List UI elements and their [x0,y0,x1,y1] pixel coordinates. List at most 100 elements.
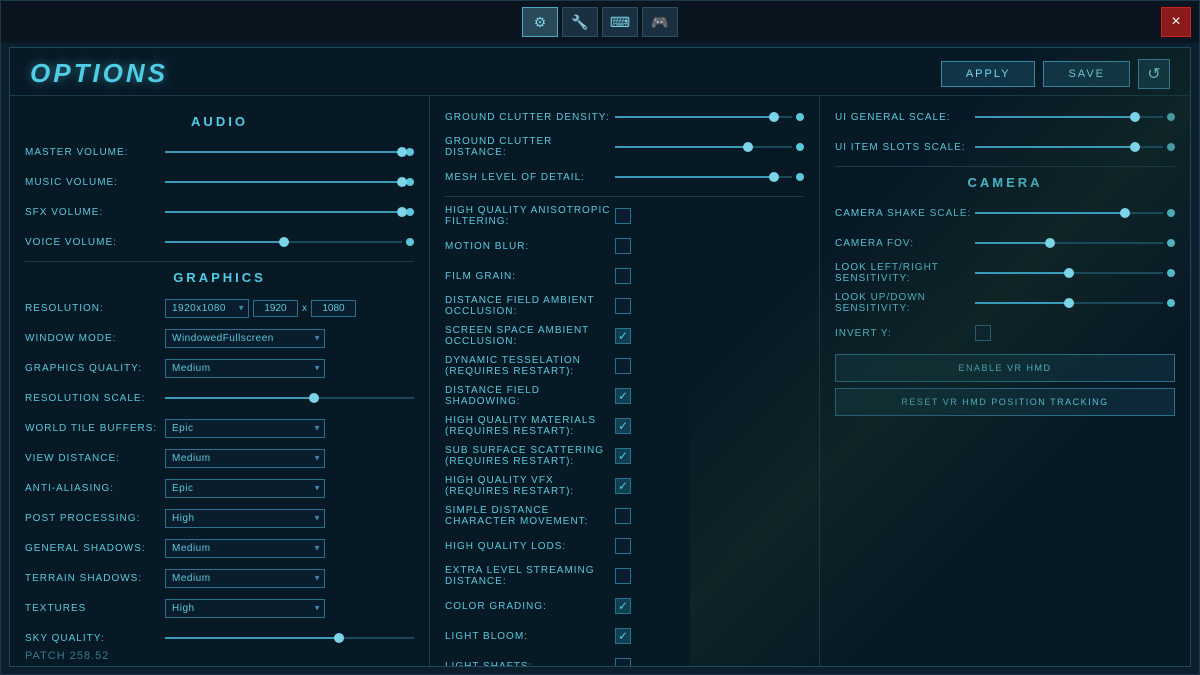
resolution-dropdown[interactable]: 1920x1080 2560x1440 3840x2160 1280x720 [165,299,249,318]
color-grading-checkbox[interactable]: ✓ [615,598,631,614]
window-mode-dropdown[interactable]: WindowedFullscreen Fullscreen Windowed [165,329,325,348]
camera-fov-track[interactable] [975,242,1163,244]
close-button[interactable]: × [1161,7,1191,37]
music-volume-track[interactable] [165,181,402,183]
light-shafts-checkbox[interactable] [615,658,631,667]
ui-general-scale-track[interactable] [975,116,1163,118]
view-distance-dropdown[interactable]: Medium Low High Epic [165,449,325,468]
post-processing-dropdown[interactable]: High Low Medium Epic [165,509,325,528]
anti-aliasing-dropdown-wrapper: Epic Low Medium High ▼ [165,478,325,498]
invert-y-checkbox[interactable] [975,325,991,341]
patch-info: PATCH 258.52 [25,650,109,662]
camera-shake-scale-track[interactable] [975,212,1163,214]
hq-anisotropic-label: HIGH QUALITY ANISOTROPIC FILTERING: [445,205,615,227]
music-volume-slider-container [165,178,414,186]
dynamic-tess-checkbox[interactable] [615,358,631,374]
ui-item-slots-scale-track[interactable] [975,146,1163,148]
invert-y-row: INVERT Y: [835,322,1175,344]
look-lr-sensitivity-track[interactable] [975,272,1163,274]
dfs-checkbox[interactable]: ✓ [615,388,631,404]
header: OPTIONS APPLY SAVE ↺ [10,48,1190,96]
graphics-quality-dropdown-wrapper: Medium Low High Epic ▼ [165,358,325,378]
resolution-inputs: 1920x1080 2560x1440 3840x2160 1280x720 ▼… [165,298,356,318]
post-processing-label: POST PROCESSING: [25,513,165,524]
save-button[interactable]: SAVE [1043,61,1130,87]
graphics-quality-label: GRAPHICS QUALITY: [25,363,165,374]
resolution-scale-row: RESOLUTION SCALE: [25,387,414,409]
film-grain-checkbox[interactable] [615,268,631,284]
hqm-checkbox[interactable]: ✓ [615,418,631,434]
resolution-dropdown-wrapper: 1920x1080 2560x1440 3840x2160 1280x720 ▼ [165,298,249,318]
hqlods-checkbox[interactable] [615,538,631,554]
resolution-height-input[interactable] [311,300,356,317]
dfs-label: DISTANCE FIELD SHADOWING: [445,385,615,407]
apply-button[interactable]: APPLY [941,61,1036,87]
motion-blur-checkbox[interactable] [615,238,631,254]
gcd2-end [796,143,804,151]
world-tile-buffers-dropdown[interactable]: Epic Low Medium High [165,419,325,438]
cfov-end [1167,239,1175,247]
ssao-row: SCREEN SPACE AMBIENT OCCLUSION: ✓ [445,325,804,347]
general-shadows-label: GENERAL SHADOWS: [25,543,165,554]
graphics-quality-row: GRAPHICS QUALITY: Medium Low High Epic ▼ [25,357,414,379]
camera-section-header: CAMERA [835,175,1175,190]
toolbar-icon-settings[interactable]: ⚙ [522,7,558,37]
sfx-volume-track[interactable] [165,211,402,213]
graphics-quality-dropdown[interactable]: Medium Low High Epic [165,359,325,378]
voice-volume-track[interactable] [165,241,402,243]
light-bloom-checkbox[interactable]: ✓ [615,628,631,644]
textures-dropdown[interactable]: High Low Medium Epic [165,599,325,618]
ground-clutter-density-track[interactable] [615,116,792,118]
window-mode-label: WINDOW MODE: [25,333,165,344]
ground-clutter-density-row: GROUND CLUTTER DENSITY: [445,106,804,128]
sfx-volume-row: SFX VOLUME: [25,201,414,223]
ground-clutter-density-slider [615,113,804,121]
anti-aliasing-dropdown[interactable]: Epic Low Medium High [165,479,325,498]
camera-shake-scale-row: CAMERA SHAKE SCALE: [835,202,1175,224]
toolbar-icon-keyboard[interactable]: ⌨ [602,7,638,37]
film-grain-row: FILM GRAIN: [445,265,804,287]
reset-vr-hmd-button[interactable]: RESET VR HMD POSITION TRACKING [835,388,1175,416]
toolbar-icon-controller[interactable]: 🎮 [642,7,678,37]
camera-fov-label: CAMERA FOV: [835,238,975,249]
hqvfx-checkbox[interactable]: ✓ [615,478,631,494]
sky-quality-track[interactable] [165,637,414,639]
view-distance-row: VIEW DISTANCE: Medium Low High Epic ▼ [25,447,414,469]
terrain-shadows-dropdown-wrapper: Medium Low High Epic ▼ [165,568,325,588]
general-shadows-dropdown[interactable]: Medium Low High Epic [165,539,325,558]
dfao-checkbox[interactable] [615,298,631,314]
vr-buttons-section: ENABLE VR HMD RESET VR HMD POSITION TRAC… [835,354,1175,416]
light-bloom-row: LIGHT BLOOM: ✓ [445,625,804,647]
enable-vr-hmd-button[interactable]: ENABLE VR HMD [835,354,1175,382]
elsd-checkbox[interactable] [615,568,631,584]
sss-checkbox[interactable]: ✓ [615,448,631,464]
hqvfx-row: HIGH QUALITY VFX (REQUIRES RESTART): ✓ [445,475,804,497]
window-mode-row: WINDOW MODE: WindowedFullscreen Fullscre… [25,327,414,349]
mesh-lod-row: MESH LEVEL OF DETAIL: [445,166,804,188]
look-ud-sensitivity-label: LOOK UP/DOWN SENSITIVITY: [835,292,975,314]
sdcm-checkbox[interactable] [615,508,631,524]
ground-clutter-distance-track[interactable] [615,146,792,148]
ssao-checkbox[interactable]: ✓ [615,328,631,344]
main-panel: OPTIONS APPLY SAVE ↺ AUDIO MASTER VOLUME… [9,47,1191,667]
look-ud-sensitivity-slider [975,299,1175,307]
terrain-shadows-dropdown[interactable]: Medium Low High Epic [165,569,325,588]
resolution-scale-track[interactable] [165,397,414,399]
music-volume-end [406,178,414,186]
post-processing-row: POST PROCESSING: High Low Medium Epic ▼ [25,507,414,529]
resolution-width-input[interactable] [253,300,298,317]
ui-item-slots-scale-slider [975,143,1175,151]
sky-quality-row: SKY QUALITY: [25,627,414,649]
master-volume-track[interactable] [165,151,402,153]
toolbar-icon-tools[interactable]: 🔧 [562,7,598,37]
camera-fov-row: CAMERA FOV: [835,232,1175,254]
reset-button[interactable]: ↺ [1138,59,1170,89]
css-end [1167,209,1175,217]
look-ud-sensitivity-track[interactable] [975,302,1163,304]
ui-general-scale-slider [975,113,1175,121]
camera-shake-scale-label: CAMERA SHAKE SCALE: [835,208,975,219]
hq-anisotropic-checkbox[interactable] [615,208,631,224]
sfx-volume-end [406,208,414,216]
ui-item-slots-scale-label: UI ITEM SLOTS SCALE: [835,142,975,153]
mesh-lod-track[interactable] [615,176,792,178]
